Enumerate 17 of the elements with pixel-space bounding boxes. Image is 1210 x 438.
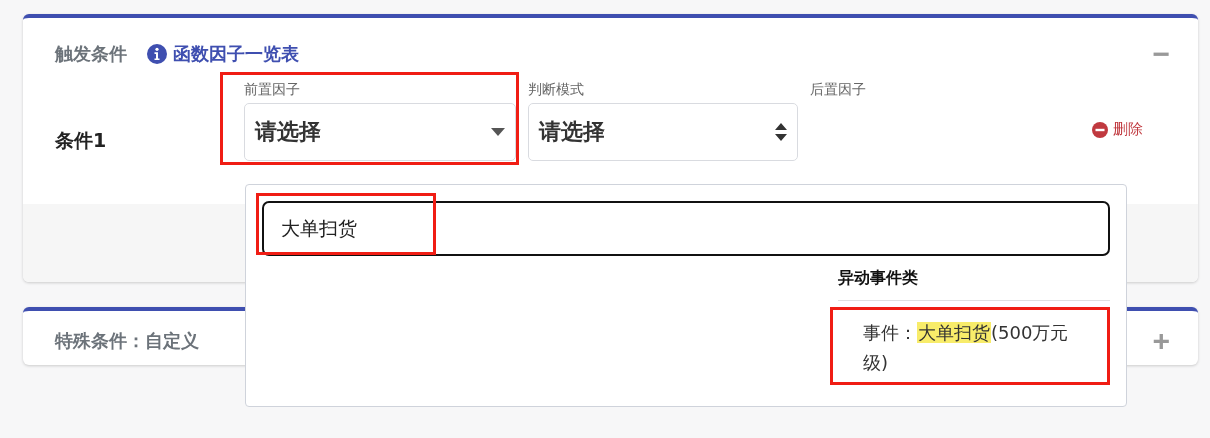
info-icon bbox=[147, 44, 167, 64]
dropdown-field[interactable]: 请选择 bbox=[244, 103, 516, 161]
field-label: 判断模式 bbox=[528, 81, 585, 99]
field-label: 前置因子 bbox=[244, 81, 301, 99]
minus-circle-icon bbox=[1092, 121, 1108, 138]
field-label: 后置因子 bbox=[810, 81, 867, 99]
section-title: 特殊条件：自定义 bbox=[55, 329, 199, 353]
condition-label: 条件1 bbox=[55, 128, 108, 153]
search-field[interactable]: 大单扫货 bbox=[262, 201, 1110, 256]
info-link[interactable]: 函数因子一览表 bbox=[147, 42, 299, 66]
group-heading: 异动事件类 bbox=[838, 266, 1110, 301]
delete-link[interactable]: 删除 bbox=[1092, 120, 1143, 139]
sort-arrows-icon bbox=[775, 123, 787, 141]
dropdown-option[interactable]: 事件：大单扫货(500万元级) bbox=[863, 318, 1076, 378]
section-title: 触发条件 bbox=[55, 42, 127, 66]
select-field[interactable]: 请选择 bbox=[528, 103, 798, 161]
caret-icon bbox=[491, 128, 505, 136]
